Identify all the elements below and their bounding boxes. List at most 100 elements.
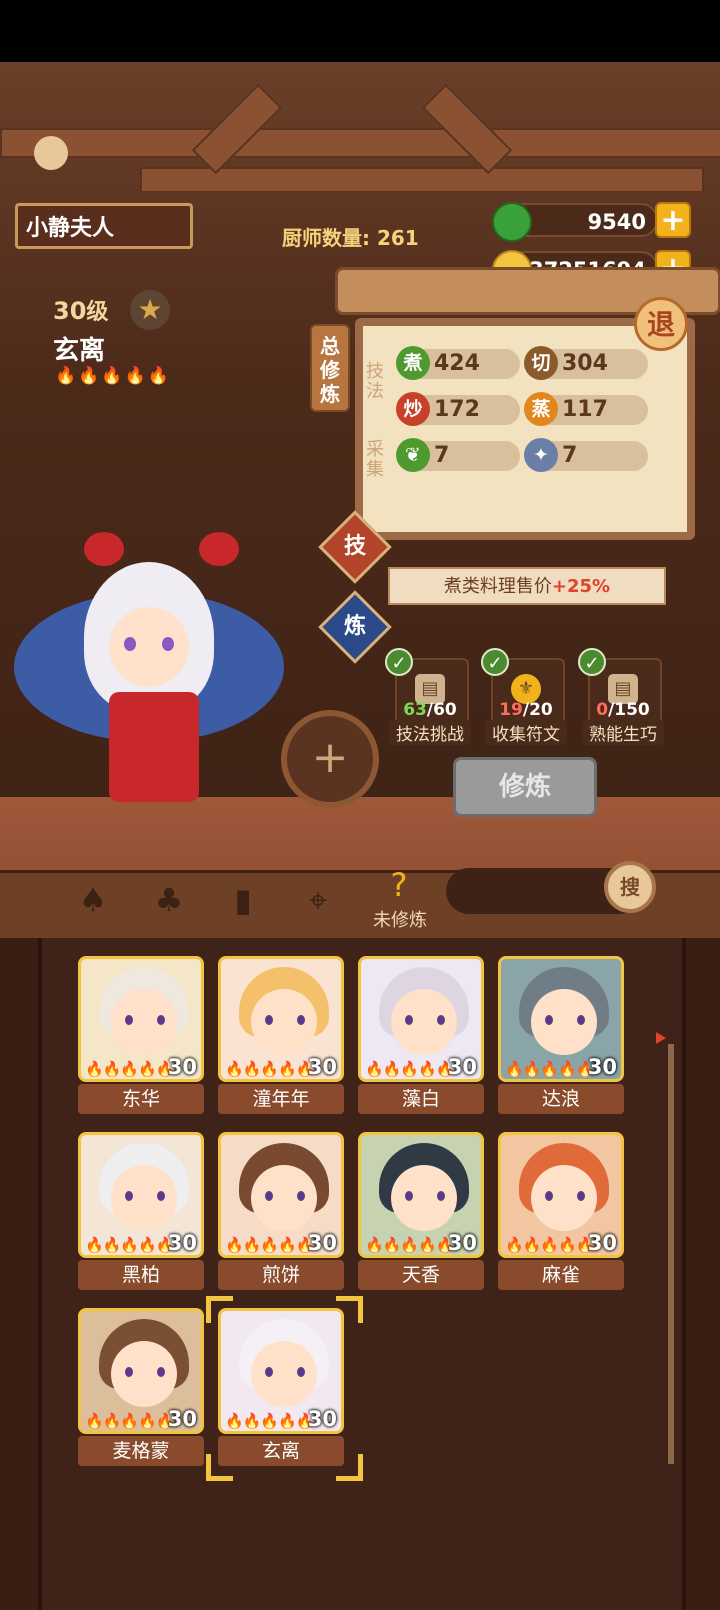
stat-stirfry: 炒 172 [396,392,520,426]
train-button[interactable]: 修炼 [453,757,597,817]
chef-level: 30 [447,1231,477,1255]
chef-flames: 🔥🔥🔥🔥🔥 [505,1060,594,1078]
chef-portrait: 🔥🔥🔥🔥🔥 30 [218,956,344,1082]
chef-card[interactable]: 🔥🔥🔥🔥🔥 30 天香 [358,1132,484,1290]
steam-badge-icon: 蒸 [524,392,558,426]
chef-flames: 🔥🔥🔥🔥🔥 [85,1236,174,1254]
stat-steam-value: 117 [562,397,608,422]
chef-portrait: 🔥🔥🔥🔥🔥 30 [498,956,624,1082]
task-label: 技法挑战 [389,720,471,745]
chef-eyes [405,1191,445,1201]
chef-name: 黑柏 [78,1260,204,1290]
chef-card[interactable]: 🔥🔥🔥🔥🔥 30 藻白 [358,956,484,1114]
chef-card[interactable]: 🔥🔥🔥🔥🔥 30 麦格蒙 [78,1308,204,1466]
task-progress: 19/20 [499,700,553,720]
chef-portrait: 🔥🔥🔥🔥🔥 30 [78,956,204,1082]
chick-decoration-icon [34,136,68,170]
tab-total-training[interactable]: 总修炼 [310,324,350,412]
chef-count-label: 厨师数量: [282,226,370,250]
task-label: 收集符文 [485,720,567,745]
check-icon: ✓ [578,648,606,676]
chef-level: 30 [167,1231,197,1255]
player-name[interactable]: 小静夫人 [15,203,193,249]
jade-icon [492,202,532,242]
location-pin-icon[interactable]: ⌖ [295,877,341,923]
chef-portrait: 🔥🔥🔥🔥🔥 30 [358,956,484,1082]
chef-level: 30 [587,1231,617,1255]
stat-stirfry-value: 172 [434,397,480,422]
chef-card[interactable]: 🔥🔥🔥🔥🔥 30 玄离 [218,1308,344,1466]
chef-card[interactable]: 🔥🔥🔥🔥🔥 30 黑柏 [78,1132,204,1290]
chef-level: 30 [307,1407,337,1431]
tab-train-label: 炼 [343,614,366,639]
task-practice[interactable]: ✓ ▤ 0/150 熟能生巧 [578,648,664,754]
chef-flames: 🔥🔥🔥🔥🔥 [505,1236,594,1254]
chef-eyes [545,1191,585,1201]
game-scene: 小静夫人 厨师数量: 261 9540 + 37251694 + 30级 ★ 玄… [0,62,720,1610]
chef-level: 30 [167,1407,197,1431]
chef-portrait: 🔥🔥🔥🔥🔥 30 [358,1132,484,1258]
add-jade-button[interactable]: + [655,202,691,238]
add-slot-button[interactable]: + [281,710,379,808]
chef-card[interactable]: 🔥🔥🔥🔥🔥 30 煎饼 [218,1132,344,1290]
shovel-icon[interactable]: ♣ [146,877,192,923]
fish-icon: ✦ [524,438,558,472]
skill-section-label: 技法 [366,361,384,402]
chef-card[interactable]: 🔥🔥🔥🔥🔥 30 东华 [78,956,204,1114]
chef-eyes [265,1367,305,1377]
stat-vegetable-value: 7 [434,443,450,468]
chef-flames: 🔥🔥🔥🔥🔥 [365,1236,454,1254]
level-number: 30 [53,297,87,325]
chef-flames: 🔥🔥🔥🔥🔥 [225,1412,314,1430]
stat-boil-value: 424 [434,351,480,376]
scrollbar[interactable] [668,1044,674,1464]
jar-icon[interactable]: ▮ [220,877,266,923]
check-icon: ✓ [385,648,413,676]
chef-card[interactable]: 🔥🔥🔥🔥🔥 30 麻雀 [498,1132,624,1290]
chef-card[interactable]: 🔥🔥🔥🔥🔥 30 潼年年 [218,956,344,1114]
chef-eyes [265,1015,305,1025]
chef-flames: 🔥🔥🔥🔥🔥 [85,1412,174,1430]
task-skill-challenge[interactable]: ✓ ▤ 63/60 技法挑战 [385,648,471,754]
stat-fish-value: 7 [562,443,578,468]
scroll-indicator-icon [656,1032,666,1044]
task-collect-runes[interactable]: ✓ ⚜ 19/20 收集符文 [481,648,567,754]
selection-corner [206,1454,233,1481]
task-progress: 0/150 [596,700,650,720]
chef-portrait: 🔥🔥🔥🔥🔥 30 [78,1308,204,1434]
chef-card[interactable]: 🔥🔥🔥🔥🔥 30 达浪 [498,956,624,1114]
search-button[interactable]: 搜 [604,861,656,913]
chef-name: 玄离 [218,1436,344,1466]
roof-beam [0,128,720,158]
boil-badge-icon: 煮 [396,346,430,380]
character-portrait [14,512,284,822]
chef-name: 麦格蒙 [78,1436,204,1466]
chef-name: 藻白 [358,1084,484,1114]
chef-portrait: 🔥🔥🔥🔥🔥 30 [218,1132,344,1258]
chef-level: 30 [447,1055,477,1079]
stat-cut: 切 304 [524,346,648,380]
exit-button[interactable]: 退 [634,297,688,351]
chef-flames: 🔥🔥🔥🔥🔥 [85,1060,174,1078]
untrained-filter-label[interactable]: 未修炼 [362,906,438,932]
gather-section-label: 采集 [366,439,384,480]
star-icon[interactable]: ★ [130,290,170,330]
tab-total-training-label: 总修炼 [320,334,340,406]
chef-level: 30 [307,1055,337,1079]
character-level: 30级 [53,294,108,326]
chef-eyes [125,1191,165,1201]
level-unit: 级 [86,300,109,325]
chef-name: 煎饼 [218,1260,344,1290]
chef-eyes [125,1015,165,1025]
bonus-text: 煮类料理售价 [443,576,552,597]
jade-value: 9540 [587,210,646,234]
vegetable-icon: ❦ [396,438,430,472]
bonus-value: +25% [551,576,611,597]
spatula-icon[interactable]: ♠ [70,877,116,923]
task-progress: 63/60 [403,700,457,720]
roof-beam-lower [140,167,704,193]
untrained-filter-icon[interactable]: ? [376,862,422,908]
chef-name: 麻雀 [498,1260,624,1290]
chef-level: 30 [167,1055,197,1079]
stat-steam: 蒸 117 [524,392,648,426]
